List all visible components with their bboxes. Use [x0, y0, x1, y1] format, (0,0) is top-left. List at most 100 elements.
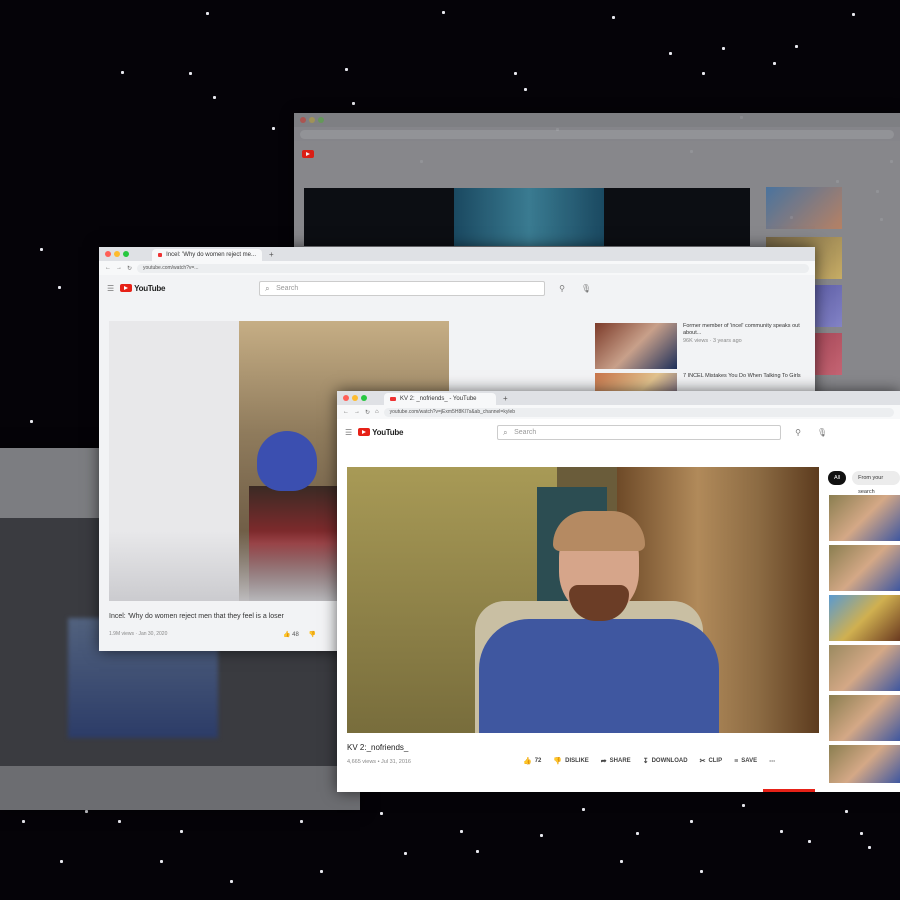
save-button[interactable]: ≡ SAVE — [734, 757, 757, 765]
star — [180, 830, 183, 833]
star — [300, 820, 303, 823]
reload-icon[interactable]: ↻ — [365, 409, 370, 416]
video-actions-bar — [0, 766, 360, 810]
dislike-icon[interactable]: 👎 — [309, 631, 316, 638]
star — [524, 88, 527, 91]
tab-strip: Incel: 'Why do women reject me... + — [99, 247, 815, 261]
minimize-dot-icon[interactable] — [352, 395, 358, 401]
star — [272, 127, 275, 130]
menu-icon[interactable]: ☰ — [345, 428, 352, 437]
video-meta: 1.9M views · Jan 30, 2020 — [109, 631, 168, 637]
star — [352, 102, 355, 105]
share-button[interactable]: ➦ SHARE — [601, 757, 631, 765]
forward-icon[interactable]: → — [354, 409, 360, 415]
like-button[interactable]: 👍 48 — [283, 631, 299, 638]
star — [860, 832, 863, 835]
youtube-header: ☰ YouTube Search ⚲ 🎙 — [99, 275, 815, 301]
mic-icon[interactable]: 🎙 — [817, 428, 827, 437]
star — [30, 420, 33, 423]
star — [345, 68, 348, 71]
star — [514, 72, 517, 75]
sidebar-thumbnail[interactable] — [829, 595, 900, 641]
video-player — [304, 188, 750, 246]
home-icon[interactable]: ⌂ — [375, 409, 379, 415]
forward-icon[interactable]: → — [116, 265, 122, 271]
youtube-icon — [120, 284, 133, 292]
star — [690, 820, 693, 823]
youtube-icon — [358, 428, 371, 436]
star — [206, 12, 209, 15]
sidebar-thumbnail[interactable] — [829, 695, 900, 741]
new-tab-icon[interactable]: + — [269, 250, 274, 259]
youtube-logo[interactable]: YouTube — [120, 284, 165, 293]
chip-from-your-search[interactable]: From your search — [852, 471, 900, 495]
maximize-dot-icon[interactable] — [361, 395, 367, 401]
filter-chips: All From your search — [828, 471, 900, 495]
sidebar-thumbnail[interactable] — [829, 645, 900, 691]
star — [702, 72, 705, 75]
search-icon[interactable]: ⚲ — [795, 428, 801, 437]
star — [868, 846, 871, 849]
star — [40, 248, 43, 251]
thumbs-down-icon: 👎 — [553, 758, 563, 765]
url-field[interactable]: youtube.com/watch?v=... — [137, 263, 809, 273]
back-icon[interactable]: ← — [343, 409, 349, 415]
tab-strip — [294, 113, 900, 127]
star — [612, 16, 615, 19]
maximize-dot-icon[interactable] — [123, 251, 129, 257]
star — [213, 96, 216, 99]
clip-button[interactable]: ✂ CLIP — [700, 757, 723, 765]
more-icon[interactable]: ⋯ — [769, 757, 775, 765]
star — [620, 860, 623, 863]
star — [121, 71, 124, 74]
youtube-icon — [302, 150, 314, 158]
dislike-button[interactable]: 👎 DISLIKE — [553, 757, 588, 765]
search-input[interactable]: Search — [259, 280, 546, 296]
youtube-header — [294, 141, 900, 167]
new-tab-icon[interactable]: + — [503, 394, 508, 403]
search-input[interactable]: Search — [497, 424, 782, 440]
star — [773, 62, 776, 65]
star — [442, 11, 445, 14]
progress-bar — [763, 789, 815, 792]
url-field[interactable]: youtube.com/watch?v=jExm5H8KI7s&ab_chann… — [383, 407, 894, 417]
tab-title: Incel: 'Why do women reject me... — [166, 252, 256, 258]
star — [460, 830, 463, 833]
browser-tab[interactable]: KV 2: _nofriends_ - YouTube — [384, 393, 496, 405]
star — [808, 840, 811, 843]
download-icon: ↧ — [642, 758, 649, 765]
chip-all[interactable]: All — [828, 471, 847, 485]
video-meta: 4,665 views • Jul 31, 2016 — [347, 759, 411, 765]
star — [58, 286, 61, 289]
download-button[interactable]: ↧ DOWNLOAD — [643, 757, 688, 765]
tab-strip: KV 2: _nofriends_ - YouTube + — [337, 391, 900, 405]
star — [476, 850, 479, 853]
close-dot-icon[interactable] — [343, 395, 349, 401]
search-icon[interactable]: ⚲ — [559, 284, 565, 293]
reload-icon[interactable]: ↻ — [127, 265, 132, 272]
star — [582, 808, 585, 811]
sidebar-thumbnail[interactable] — [829, 495, 900, 541]
address-bar: ← → ↻ ⌂ youtube.com/watch?v=jExm5H8KI7s&… — [337, 405, 900, 419]
youtube-logo[interactable]: YouTube — [358, 428, 403, 437]
minimize-dot-icon[interactable] — [114, 251, 120, 257]
browser-tab[interactable]: Incel: 'Why do women reject me... — [152, 249, 262, 261]
mic-icon[interactable]: 🎙 — [581, 284, 591, 293]
close-dot-icon — [300, 117, 306, 123]
star — [160, 860, 163, 863]
back-icon[interactable]: ← — [105, 265, 111, 271]
youtube-favicon-icon — [390, 397, 396, 401]
sidebar-video-item[interactable]: Former member of 'incel' community speak… — [595, 323, 805, 369]
close-dot-icon[interactable] — [105, 251, 111, 257]
menu-icon[interactable]: ☰ — [107, 284, 114, 293]
sidebar-thumbnail — [766, 187, 842, 229]
star — [230, 880, 233, 883]
video-player[interactable] — [347, 467, 819, 733]
sidebar-thumbnail[interactable] — [829, 545, 900, 591]
video-title: Incel: 'Why do women reject men that the… — [109, 613, 284, 620]
maximize-dot-icon — [318, 117, 324, 123]
like-button[interactable]: 👍 72 — [523, 757, 541, 765]
sidebar-thumbnail[interactable] — [829, 745, 900, 783]
youtube-logo — [302, 150, 314, 158]
kv2-video-browser-window: KV 2: _nofriends_ - YouTube + ← → ↻ ⌂ yo… — [337, 391, 900, 792]
